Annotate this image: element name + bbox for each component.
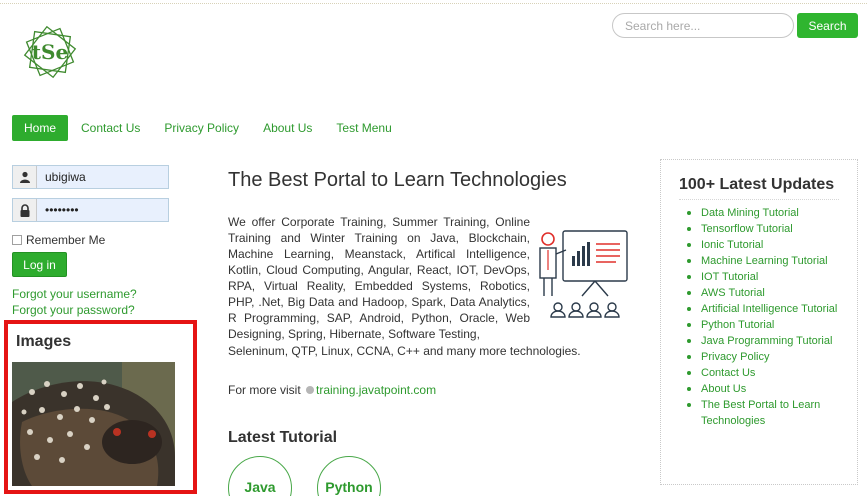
user-icon xyxy=(13,166,37,188)
globe-icon xyxy=(306,386,315,394)
username-input[interactable] xyxy=(37,166,165,188)
nav-contact-us[interactable]: Contact Us xyxy=(69,115,152,141)
list-item[interactable]: About Us xyxy=(685,381,855,397)
tutorial-python-label: Python xyxy=(325,479,373,495)
list-item[interactable]: Contact Us xyxy=(685,365,855,381)
tutorial-python[interactable]: Python xyxy=(317,456,381,496)
list-item[interactable]: Tensorflow Tutorial xyxy=(685,221,855,237)
list-item[interactable]: Data Mining Tutorial xyxy=(685,205,855,221)
site-logo[interactable]: tSe xyxy=(20,22,80,82)
list-item[interactable]: IOT Tutorial xyxy=(685,269,855,285)
list-item[interactable]: Python Tutorial xyxy=(685,317,855,333)
presenter-icon xyxy=(539,230,628,318)
top-border xyxy=(0,0,867,4)
list-item[interactable]: Machine Learning Tutorial xyxy=(685,253,855,269)
page-title: The Best Portal to Learn Technologies xyxy=(228,169,567,191)
images-title: Images xyxy=(16,333,72,350)
remember-checkbox[interactable] xyxy=(12,235,22,245)
training-link[interactable]: training.javatpoint.com xyxy=(316,383,436,397)
remember-label: Remember Me xyxy=(26,233,106,247)
password-field[interactable] xyxy=(12,198,169,222)
animal-image xyxy=(12,362,175,486)
main-nav: Home Contact Us Privacy Policy About Us … xyxy=(12,115,404,141)
search-input[interactable] xyxy=(612,13,794,38)
list-item[interactable]: Ionic Tutorial xyxy=(685,237,855,253)
latest-updates-panel: 100+ Latest Updates Data Mining Tutorial… xyxy=(660,159,858,485)
more-visit-text: For more visit xyxy=(228,383,305,397)
username-field[interactable] xyxy=(12,165,169,189)
list-item[interactable]: Java Programming Tutorial xyxy=(685,333,855,349)
nav-home[interactable]: Home xyxy=(12,115,69,141)
login-button[interactable]: Log in xyxy=(12,252,67,277)
tutorial-java[interactable]: Java xyxy=(228,456,292,496)
list-item[interactable]: The Best Portal to Learn Technologies xyxy=(685,397,855,429)
latest-tutorial-heading: Latest Tutorial xyxy=(228,429,338,446)
intro-paragraph-end: Seleninum, QTP, Linux, CCNA, C++ and man… xyxy=(228,344,581,358)
list-item[interactable]: AWS Tutorial xyxy=(685,285,855,301)
list-item[interactable]: Artificial Intelligence Tutorial xyxy=(685,301,855,317)
forgot-username-link[interactable]: Forgot your username? xyxy=(12,287,137,301)
divider xyxy=(679,199,839,200)
updates-list: Data Mining Tutorial Tensorflow Tutorial… xyxy=(685,205,855,429)
presentation-illustration xyxy=(532,224,632,320)
remember-me[interactable]: Remember Me xyxy=(12,233,105,247)
latest-updates-title: 100+ Latest Updates xyxy=(679,176,835,193)
nav-privacy-policy[interactable]: Privacy Policy xyxy=(152,115,251,141)
lock-icon xyxy=(13,199,37,221)
logo-text: tSe xyxy=(31,40,69,64)
nav-test-menu[interactable]: Test Menu xyxy=(324,115,403,141)
nav-about-us[interactable]: About Us xyxy=(251,115,324,141)
images-module: Images xyxy=(4,320,197,494)
list-item[interactable]: Privacy Policy xyxy=(685,349,855,365)
password-input[interactable] xyxy=(37,199,165,221)
search-button[interactable]: Search xyxy=(797,13,858,38)
quoll-photo[interactable] xyxy=(12,362,175,486)
forgot-password-link[interactable]: Forgot your password? xyxy=(12,303,135,317)
tutorial-java-label: Java xyxy=(244,479,276,495)
more-visit-line: For more visit training.javatpoint.com xyxy=(228,383,436,397)
intro-paragraph: We offer Corporate Training, Summer Trai… xyxy=(228,215,530,341)
